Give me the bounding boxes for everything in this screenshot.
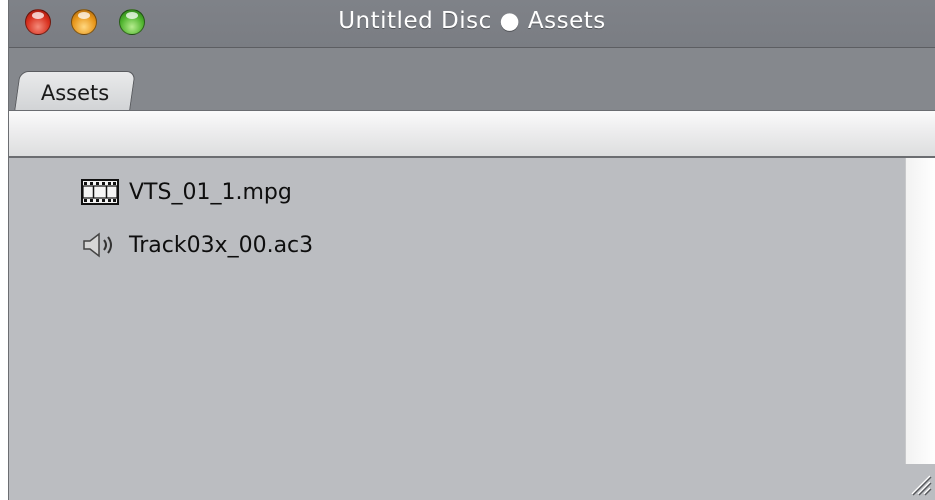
asset-name: Track03x_00.ac3 xyxy=(129,232,314,258)
tab-bar: Assets xyxy=(9,48,935,110)
toolbar-strip xyxy=(9,110,935,158)
list-item[interactable]: VTS_01_1.mpg xyxy=(79,172,292,212)
assets-window: Untitled Disc ● Assets Assets VTS_01_1.m… xyxy=(8,0,935,500)
asset-name: VTS_01_1.mpg xyxy=(129,179,292,205)
resize-grip-icon[interactable] xyxy=(908,472,932,496)
film-icon xyxy=(79,177,121,207)
tab-assets-label[interactable]: Assets xyxy=(17,81,133,105)
speaker-icon xyxy=(79,230,121,260)
list-item[interactable]: Track03x_00.ac3 xyxy=(79,225,313,265)
window-corner xyxy=(905,464,935,500)
window-title: Untitled Disc ● Assets xyxy=(338,8,606,34)
title-bar[interactable]: Untitled Disc ● Assets xyxy=(9,0,935,48)
vertical-scrollbar[interactable] xyxy=(905,158,935,464)
